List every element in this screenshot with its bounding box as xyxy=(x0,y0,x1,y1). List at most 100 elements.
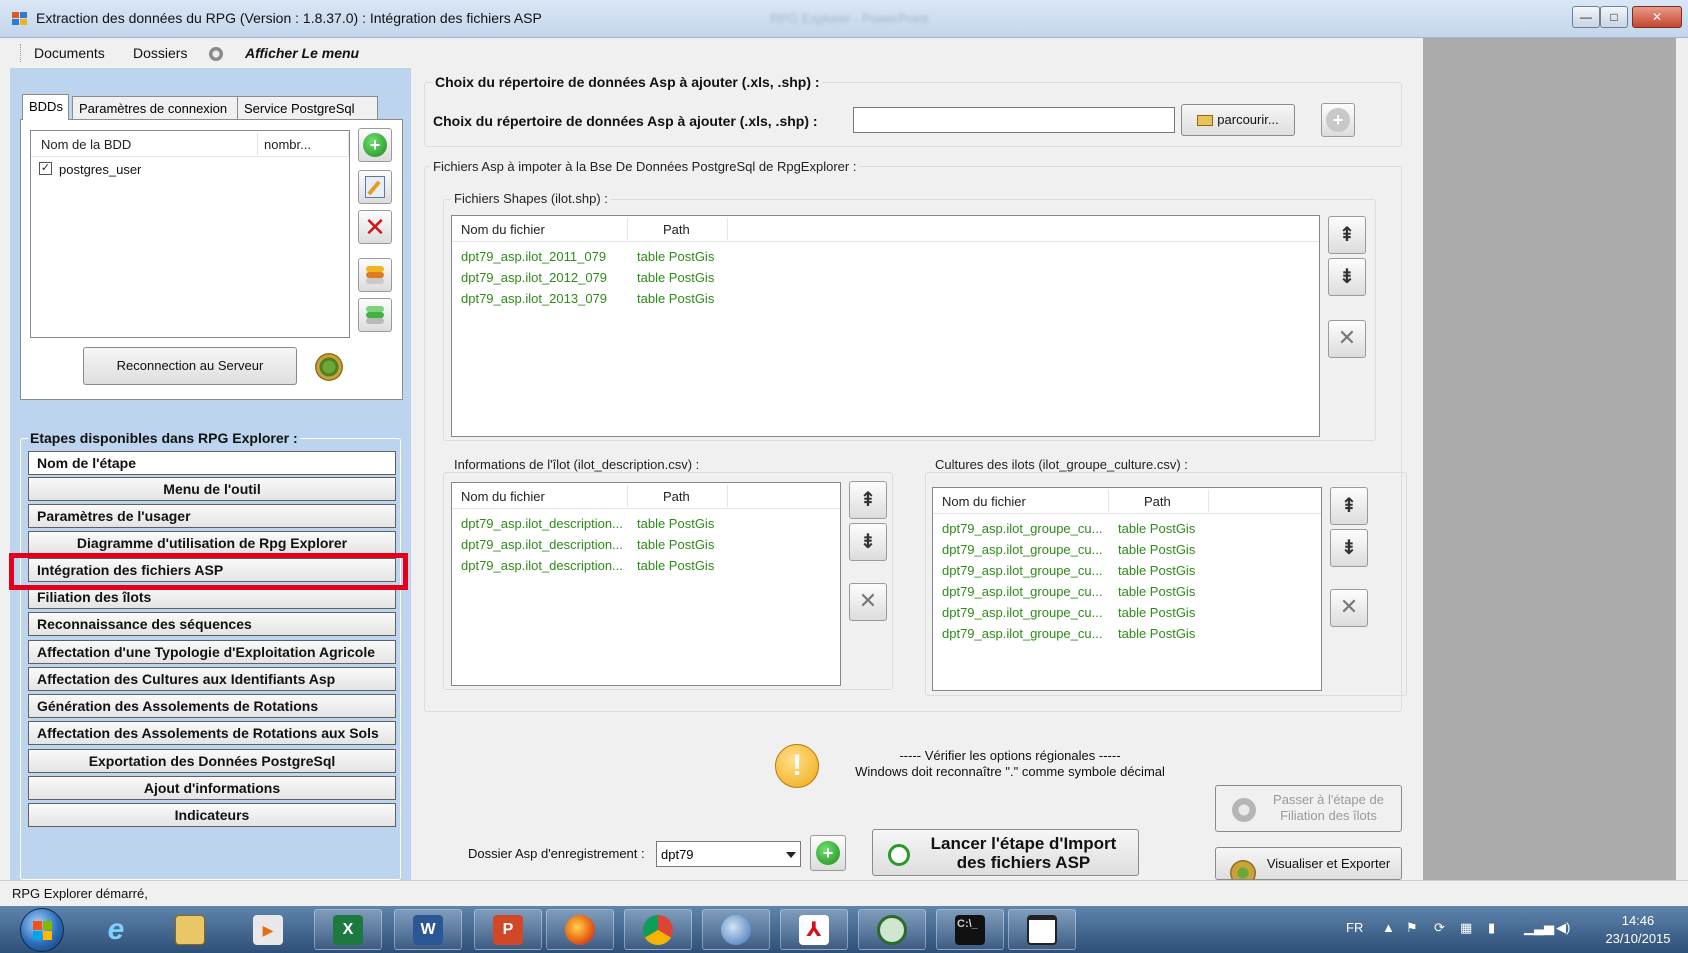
tab-bdds[interactable]: BDDs xyxy=(22,94,69,120)
window-icon xyxy=(1027,914,1057,945)
table-row[interactable]: dpt79_asp.ilot_groupe_cu... table PostGis xyxy=(933,602,1321,623)
table-row[interactable]: dpt79_asp.ilot_groupe_cu... table PostGis xyxy=(933,560,1321,581)
descriptions-move-down-button[interactable]: ⇟ xyxy=(849,523,887,561)
step-parametres-usager[interactable]: Paramètres de l'usager xyxy=(28,504,396,528)
descriptions-group-title: Informations de l'îlot (ilot_description… xyxy=(451,457,703,472)
step-exportation[interactable]: Exportation des Données PostgreSql xyxy=(28,749,396,773)
window-taskbar-button[interactable] xyxy=(1008,909,1076,950)
step-assolements-sols[interactable]: Affectation des Assolements de Rotations… xyxy=(28,721,396,745)
step-menu-outil[interactable]: Menu de l'outil xyxy=(28,477,396,501)
save-dir-select[interactable]: dpt79 xyxy=(656,841,801,867)
db-checkbox[interactable]: ✓ xyxy=(39,162,52,175)
flag-icon[interactable]: ⚑ xyxy=(1406,920,1418,953)
step-indicateurs[interactable]: Indicateurs xyxy=(28,803,396,827)
taskbar: e ▶ X W P ⅄ C:\_ FR ▲ ⚑ ⟳ ▦ ▮ ▁▃▅ ◀) 14:… xyxy=(0,906,1688,953)
table-row[interactable]: dpt79_asp.ilot_2011_079 table PostGis xyxy=(452,246,1319,267)
table-row[interactable]: dpt79_asp.ilot_description... table PostG… xyxy=(452,555,840,576)
edit-db-button[interactable] xyxy=(358,170,392,204)
column-header-name[interactable]: Nom de la BDD xyxy=(41,137,131,152)
cultures-move-down-button[interactable]: ⇟ xyxy=(1330,529,1368,567)
connection-status-icon xyxy=(315,353,343,381)
shapes-remove-button[interactable]: ✕ xyxy=(1328,320,1366,358)
language-indicator[interactable]: FR xyxy=(1346,920,1363,953)
step-assolements[interactable]: Génération des Assolements de Rotations xyxy=(28,694,396,718)
descriptions-move-up-button[interactable]: ⇞ xyxy=(849,481,887,519)
descriptions-remove-button[interactable]: ✕ xyxy=(849,583,887,621)
chrome-taskbar-button[interactable] xyxy=(624,909,692,950)
database-list[interactable]: Nom de la BDD nombr... ✓ postgres_user xyxy=(30,130,350,338)
excel-icon: X xyxy=(333,914,363,945)
minimize-button[interactable]: — xyxy=(1572,6,1600,28)
list-item[interactable]: ✓ postgres_user xyxy=(31,159,349,180)
browse-button[interactable]: parcourir... xyxy=(1181,104,1295,136)
volume-icon[interactable]: ◀) xyxy=(1556,920,1570,953)
file-explorer-taskbar-button[interactable] xyxy=(158,909,222,950)
word-taskbar-button[interactable]: W xyxy=(394,909,462,950)
firefox-taskbar-button[interactable] xyxy=(546,909,614,950)
import-db-button[interactable] xyxy=(358,298,392,332)
column-header-file[interactable]: Nom du fichier xyxy=(942,494,1026,509)
sync-icon[interactable]: ⟳ xyxy=(1434,920,1445,953)
gear-icon[interactable] xyxy=(209,47,223,61)
menu-documents[interactable]: Documents xyxy=(34,45,105,61)
network-icon[interactable]: ▦ xyxy=(1460,920,1472,953)
table-row[interactable]: dpt79_asp.ilot_groupe_cu... table PostGis xyxy=(933,539,1321,560)
clock[interactable]: 14:46 23/10/2015 xyxy=(1598,912,1678,948)
tab-service-postgresql[interactable]: Service PostgreSql xyxy=(237,96,378,120)
step-ajout-informations[interactable]: Ajout d'informations xyxy=(28,776,396,800)
power-icon[interactable]: ▮ xyxy=(1488,920,1495,953)
close-button[interactable]: ✕ xyxy=(1632,6,1682,28)
qgis-taskbar-button[interactable] xyxy=(858,909,926,950)
column-header-path[interactable]: Path xyxy=(663,489,690,504)
column-header-file[interactable]: Nom du fichier xyxy=(461,489,545,504)
table-row[interactable]: dpt79_asp.ilot_groupe_cu... table PostGis xyxy=(933,623,1321,644)
menu-dossiers[interactable]: Dossiers xyxy=(133,45,187,61)
media-player-taskbar-button[interactable]: ▶ xyxy=(236,909,300,950)
table-row[interactable]: dpt79_asp.ilot_groupe_cu... table PostGis xyxy=(933,518,1321,539)
app-icon xyxy=(12,12,28,26)
delete-db-button[interactable]: ✕ xyxy=(358,210,392,244)
shapes-list[interactable]: Nom du fichier Path dpt79_asp.ilot_2011_… xyxy=(451,215,1320,437)
table-row[interactable]: dpt79_asp.ilot_2012_079 table PostGis xyxy=(452,267,1319,288)
tab-parametres-connexion[interactable]: Paramètres de connexion xyxy=(72,96,254,120)
descriptions-list[interactable]: Nom du fichier Path dpt79_asp.ilot_descr… xyxy=(451,482,841,686)
cultures-list[interactable]: Nom du fichier Path dpt79_asp.ilot_group… xyxy=(932,487,1322,691)
step-diagramme[interactable]: Diagramme d'utilisation de Rpg Explorer xyxy=(28,531,396,555)
add-db-button[interactable]: + xyxy=(358,128,392,162)
gray-x-icon: ✕ xyxy=(1339,594,1359,619)
command-prompt-taskbar-button[interactable]: C:\_ xyxy=(936,909,1004,950)
next-step-button[interactable]: Passer à l'étape de Filiation des îlots xyxy=(1215,785,1402,832)
column-header-file[interactable]: Nom du fichier xyxy=(461,222,545,237)
table-row[interactable]: dpt79_asp.ilot_2013_079 table PostGis xyxy=(452,288,1319,309)
step-reconnaissance-sequences[interactable]: Reconnaissance des séquences xyxy=(28,612,396,636)
acrobat-taskbar-button[interactable]: ⅄ xyxy=(780,909,848,950)
cultures-move-up-button[interactable]: ⇞ xyxy=(1330,487,1368,525)
shapes-move-down-button[interactable]: ⇟ xyxy=(1328,258,1366,296)
column-header-path[interactable]: Path xyxy=(663,222,690,237)
reconnect-server-button[interactable]: Reconnection au Serveur xyxy=(83,347,297,385)
cultures-remove-button[interactable]: ✕ xyxy=(1330,589,1368,627)
visualize-export-button[interactable]: Visualiser et Exporter xyxy=(1215,847,1402,880)
shapes-move-up-button[interactable]: ⇞ xyxy=(1328,216,1366,254)
launch-import-button[interactable]: Lancer l'étape d'Import des fichiers ASP xyxy=(872,829,1139,876)
signal-icon[interactable]: ▁▃▅ xyxy=(1524,920,1554,953)
powerpoint-taskbar-button[interactable]: P xyxy=(474,909,542,950)
table-row[interactable]: dpt79_asp.ilot_description... table PostG… xyxy=(452,513,840,534)
add-directory-button[interactable]: + xyxy=(1321,103,1355,137)
maximize-button[interactable]: □ xyxy=(1600,6,1628,28)
excel-taskbar-button[interactable]: X xyxy=(314,909,382,950)
step-typologie[interactable]: Affectation d'une Typologie d'Exploitati… xyxy=(28,640,396,664)
export-db-button[interactable] xyxy=(358,258,392,292)
table-row[interactable]: dpt79_asp.ilot_description... table PostG… xyxy=(452,534,840,555)
add-save-dir-button[interactable]: + xyxy=(810,835,846,871)
tray-expand-icon[interactable]: ▲ xyxy=(1382,920,1395,953)
table-row[interactable]: dpt79_asp.ilot_groupe_cu... table PostGis xyxy=(933,581,1321,602)
dir-path-input[interactable] xyxy=(853,107,1175,133)
thunderbird-taskbar-button[interactable] xyxy=(702,909,770,950)
start-button[interactable] xyxy=(20,908,64,952)
internet-explorer-taskbar-button[interactable]: e xyxy=(84,909,148,950)
step-cultures-asp[interactable]: Affectation des Cultures aux Identifiant… xyxy=(28,667,396,691)
column-header-path[interactable]: Path xyxy=(1144,494,1171,509)
column-header-count[interactable]: nombr... xyxy=(264,137,311,152)
menu-afficher-le-menu[interactable]: Afficher Le menu xyxy=(245,45,359,61)
